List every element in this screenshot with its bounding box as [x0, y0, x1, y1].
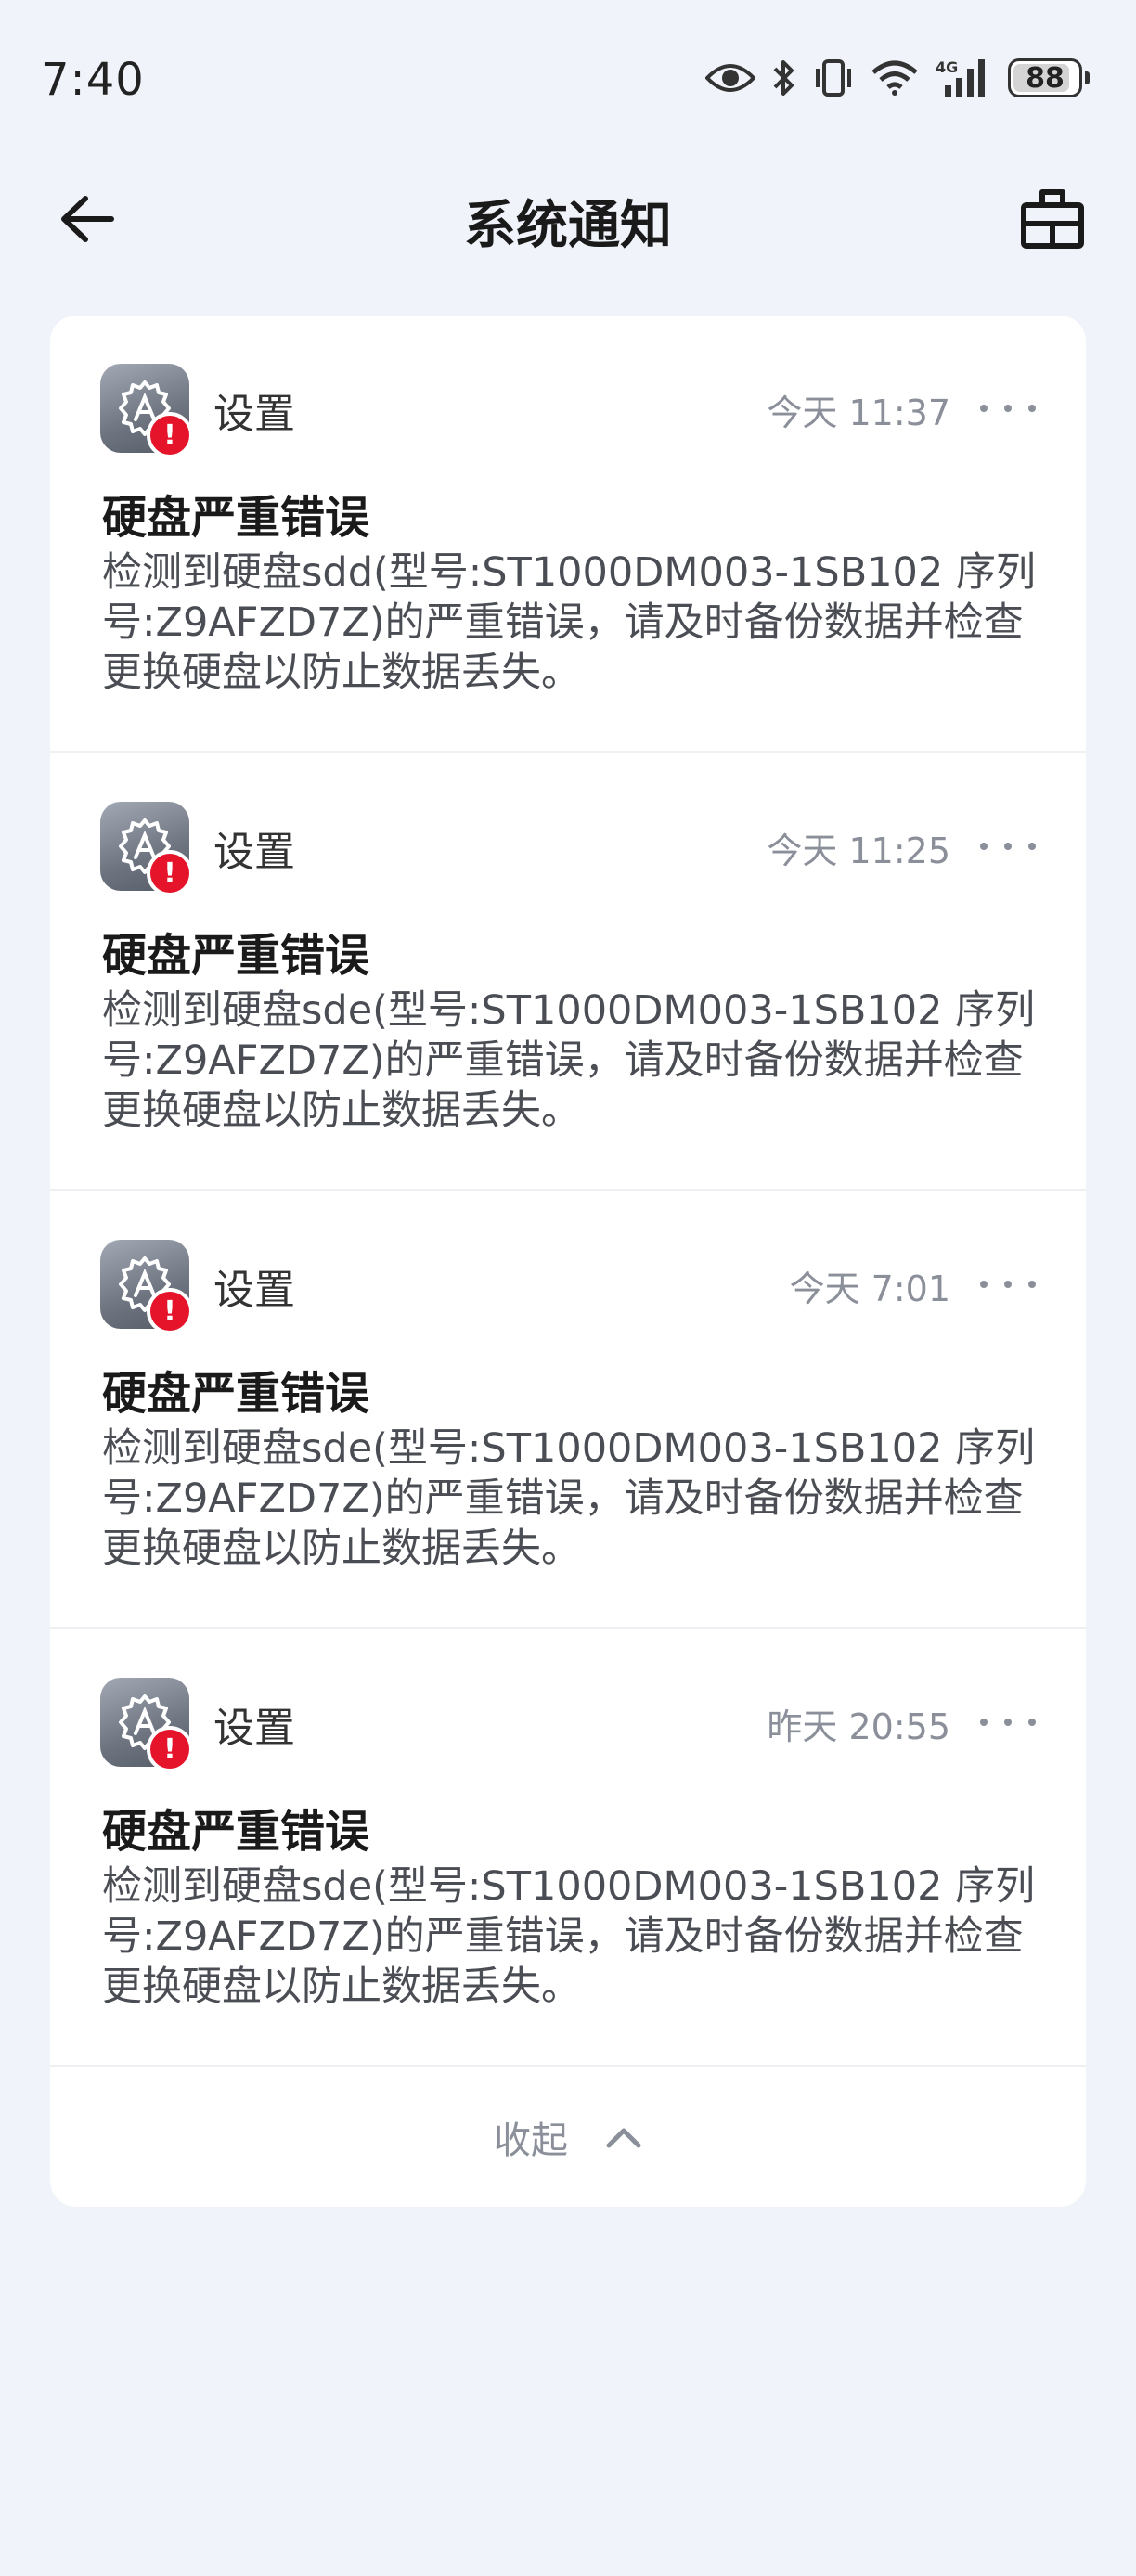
cellular-signal-icon: 4G [936, 58, 991, 98]
chevron-up-icon [606, 2128, 641, 2148]
notification-body: 检测到硬盘sde(型号:ST1000DM003-1SB102 序列号:Z9AFZ… [102, 1425, 1036, 1572]
page-title: 系统通知 [464, 196, 672, 256]
battery-level: 88 [1026, 61, 1065, 95]
wifi-icon [871, 59, 919, 97]
notification-item[interactable]: ! 设置 今天 11:25 硬盘严重错误 检测到硬盘sde(型号:ST1000D… [50, 753, 1086, 1191]
app-name: 设置 [213, 391, 295, 438]
collapse-button[interactable]: 收起 [50, 2067, 1086, 2207]
notification-item[interactable]: ! 设置 今天 7:01 硬盘严重错误 检测到硬盘sde(型号:ST1000DM… [50, 1191, 1086, 1629]
alert-badge-icon: ! [147, 1288, 193, 1334]
clear-all-button[interactable] [1015, 182, 1090, 256]
vibrate-icon [813, 58, 854, 98]
app-name: 设置 [213, 1705, 295, 1752]
notification-time: 今天 11:37 [767, 393, 950, 433]
network-type: 4G [936, 58, 958, 76]
more-options-button[interactable] [980, 390, 1036, 427]
more-options-button[interactable] [980, 828, 1036, 865]
notification-item[interactable]: ! 设置 今天 11:37 硬盘严重错误 检测到硬盘sdd(型号:ST1000D… [50, 316, 1086, 753]
alert-badge-icon: ! [147, 412, 193, 458]
status-time: 7:40 [41, 54, 145, 106]
eye-icon [705, 61, 755, 95]
more-options-button[interactable] [980, 1704, 1036, 1741]
alert-badge-icon: ! [147, 1726, 193, 1772]
notification-group-card: ! 设置 今天 11:37 硬盘严重错误 检测到硬盘sdd(型号:ST1000D… [50, 316, 1086, 2207]
notification-item[interactable]: ! 设置 昨天 20:55 硬盘严重错误 检测到硬盘sde(型号:ST1000D… [50, 1629, 1086, 2067]
notification-body: 检测到硬盘sdd(型号:ST1000DM003-1SB102 序列号:Z9AFZ… [102, 549, 1036, 696]
alert-badge-icon: ! [147, 850, 193, 896]
notification-title: 硬盘严重错误 [102, 930, 370, 982]
status-bar: 7:40 4G 88 [0, 0, 1136, 167]
notification-title: 硬盘严重错误 [102, 1368, 370, 1420]
notification-time: 昨天 20:55 [767, 1707, 950, 1747]
status-icons: 4G 88 [705, 58, 1090, 98]
notification-body: 检测到硬盘sde(型号:ST1000DM003-1SB102 序列号:Z9AFZ… [102, 1863, 1036, 2010]
header: 系统通知 [0, 167, 1136, 269]
battery-icon: 88 [1008, 58, 1090, 97]
clear-all-icon [1021, 189, 1084, 249]
notification-body: 检测到硬盘sde(型号:ST1000DM003-1SB102 序列号:Z9AFZ… [102, 987, 1036, 1134]
notification-title: 硬盘严重错误 [102, 492, 370, 544]
bluetooth-icon [772, 58, 796, 98]
collapse-label: 收起 [494, 2119, 568, 2162]
app-name: 设置 [213, 829, 295, 876]
more-options-button[interactable] [980, 1266, 1036, 1303]
notification-title: 硬盘严重错误 [102, 1806, 370, 1858]
notification-time: 今天 7:01 [789, 1269, 950, 1309]
app-name: 设置 [213, 1267, 295, 1314]
notification-time: 今天 11:25 [767, 831, 950, 871]
